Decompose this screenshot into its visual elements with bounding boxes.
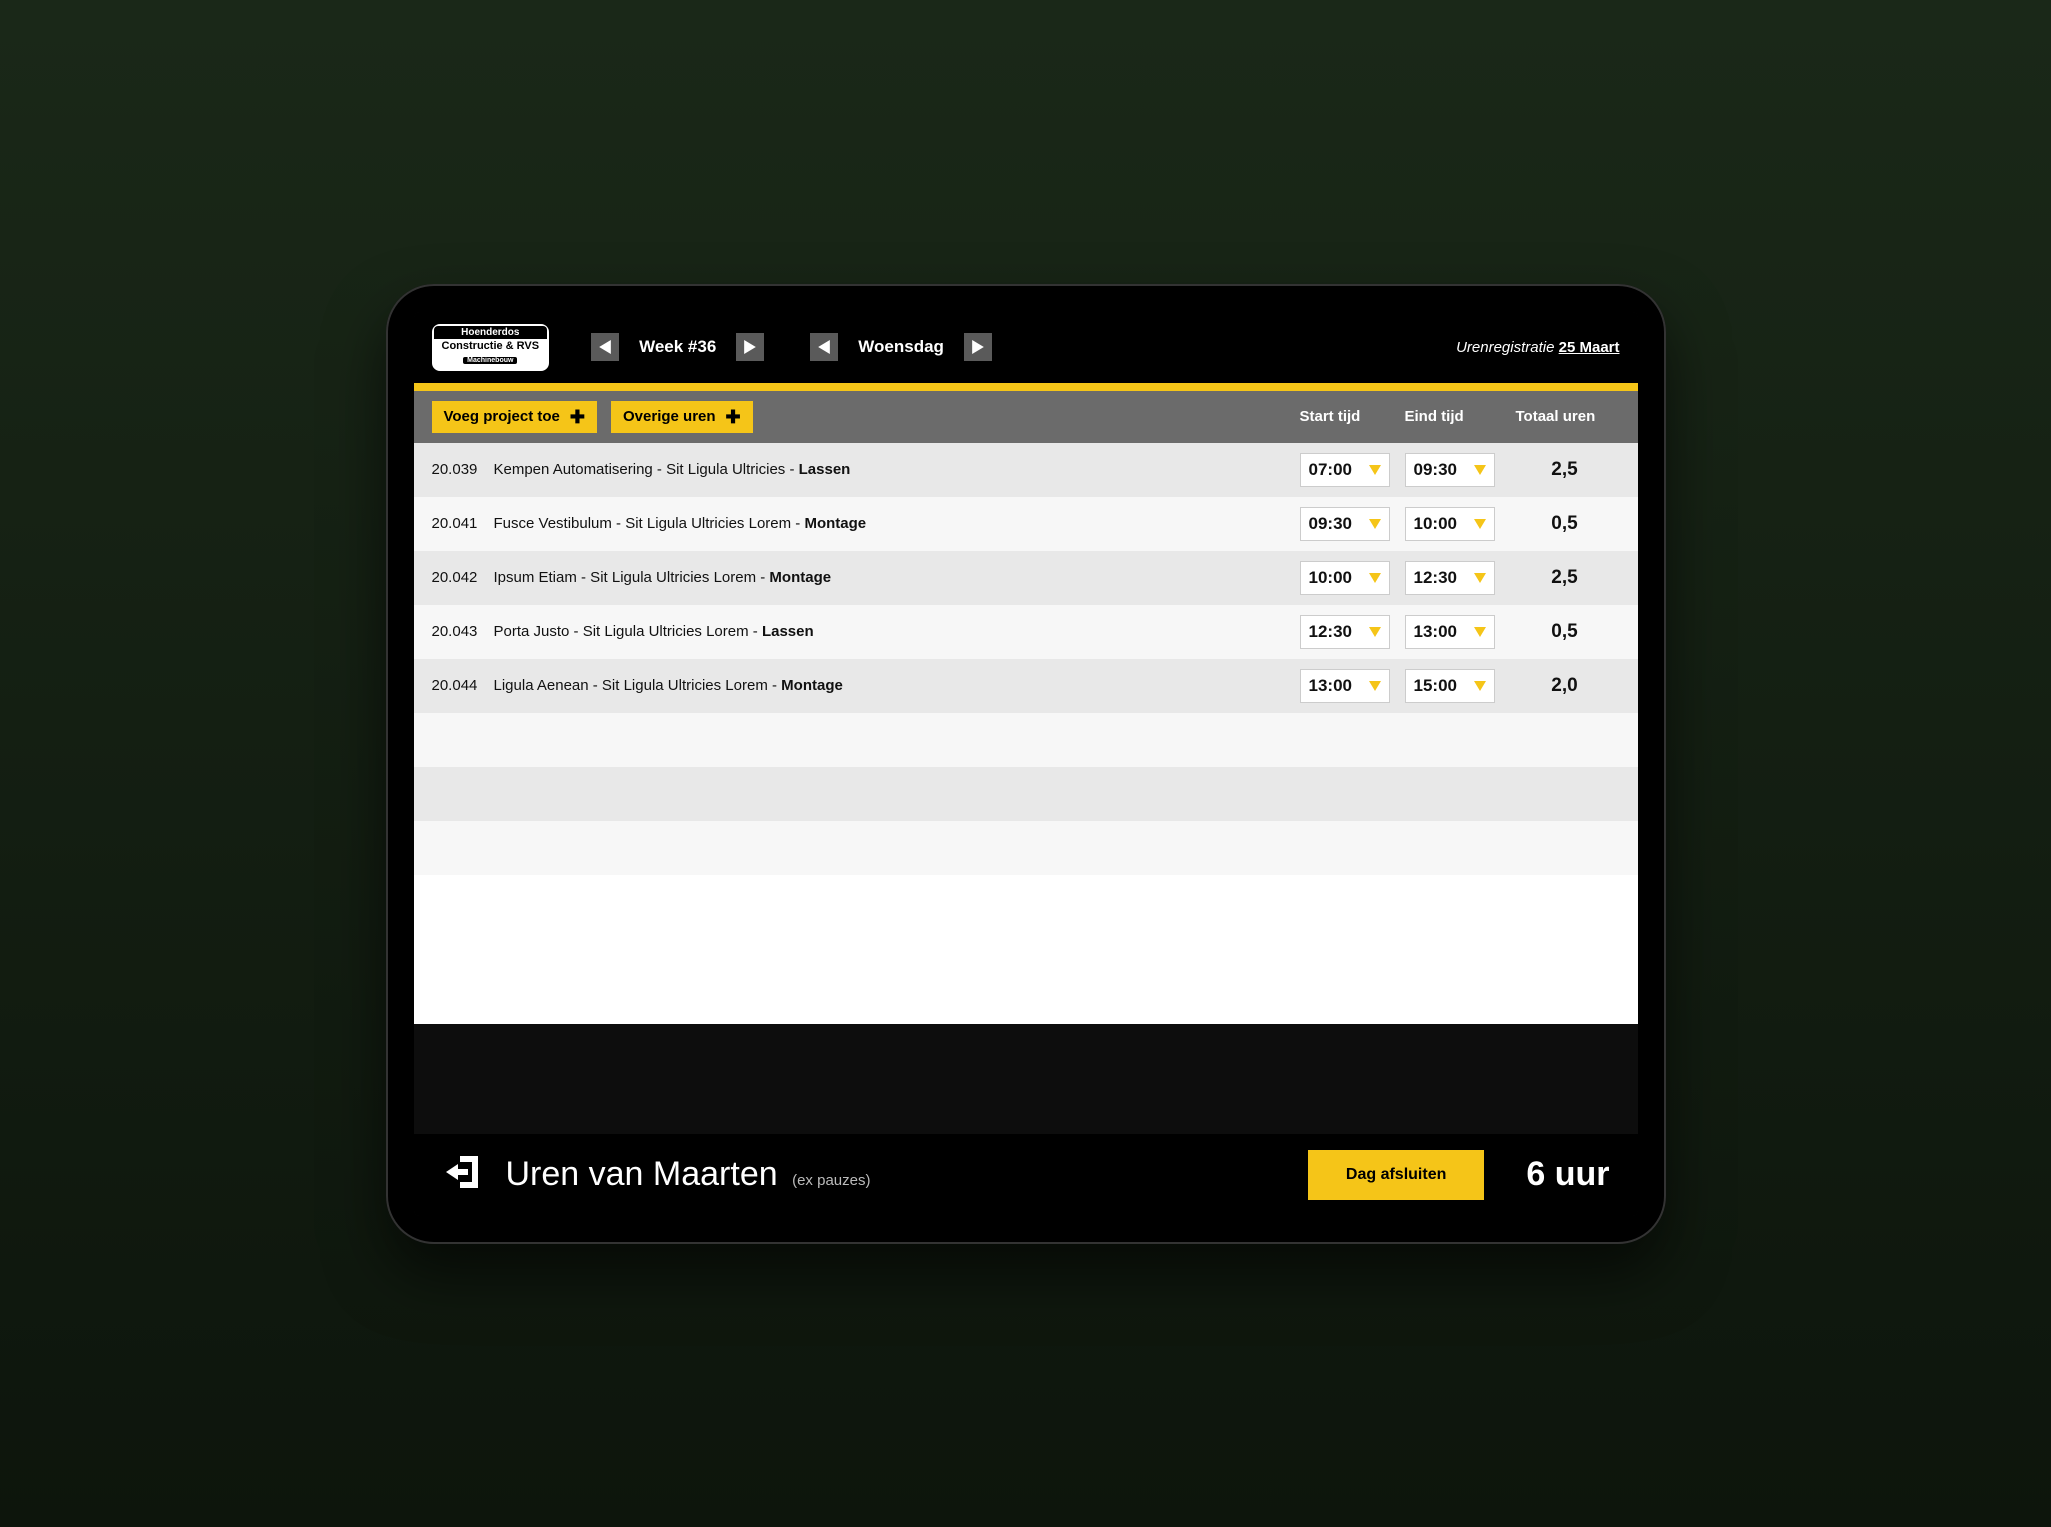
end-time-picker[interactable]: 10:00 — [1405, 507, 1495, 541]
caret-down-icon — [1474, 514, 1486, 534]
row-total-hours: 2,5 — [1510, 459, 1620, 481]
project-code: 20.042 — [432, 569, 494, 586]
col-end-header: Eind tijd — [1405, 408, 1510, 425]
project-code: 20.044 — [432, 677, 494, 694]
start-time-picker[interactable]: 07:00 — [1300, 453, 1390, 487]
plus-icon: ✚ — [570, 408, 585, 426]
row-total-hours: 2,0 — [1510, 675, 1620, 697]
week-label: Week #36 — [633, 337, 722, 357]
other-hours-button[interactable]: Overige uren ✚ — [611, 401, 753, 433]
column-headers: Start tijd Eind tijd Totaal uren — [1300, 408, 1620, 425]
project-description: Fusce Vestibulum - Sit Ligula Ultricies … — [494, 515, 1300, 532]
project-code: 20.039 — [432, 461, 494, 478]
start-time-picker[interactable]: 12:30 — [1300, 615, 1390, 649]
caret-down-icon — [1369, 676, 1381, 696]
week-prev-button[interactable] — [591, 333, 619, 361]
table-row: 20.043Porta Justo - Sit Ligula Ultricies… — [414, 605, 1638, 659]
caret-down-icon — [1369, 514, 1381, 534]
start-time-picker[interactable]: 13:00 — [1300, 669, 1390, 703]
week-next-button[interactable] — [736, 333, 764, 361]
accent-bar — [414, 383, 1638, 391]
add-project-button[interactable]: Voeg project toe ✚ — [432, 401, 598, 433]
row-total-hours: 0,5 — [1510, 621, 1620, 643]
close-day-button[interactable]: Dag afsluiten — [1308, 1150, 1484, 1200]
caret-right-icon — [744, 340, 756, 354]
toolbar: Voeg project toe ✚ Overige uren ✚ Start … — [414, 391, 1638, 443]
caret-down-icon — [1474, 622, 1486, 642]
empty-row — [414, 713, 1638, 767]
day-next-button[interactable] — [964, 333, 992, 361]
end-time-picker[interactable]: 13:00 — [1405, 615, 1495, 649]
table-row: 20.044Ligula Aenean - Sit Ligula Ultrici… — [414, 659, 1638, 713]
caret-down-icon — [1369, 460, 1381, 480]
start-time-picker[interactable]: 09:30 — [1300, 507, 1390, 541]
caret-left-icon — [599, 340, 611, 354]
caret-down-icon — [1474, 676, 1486, 696]
plus-icon: ✚ — [726, 408, 741, 426]
row-total-hours: 0,5 — [1510, 513, 1620, 535]
day-label: Woensdag — [852, 337, 950, 357]
row-total-hours: 2,5 — [1510, 567, 1620, 589]
footer-bar: Uren van Maarten (ex pauzes) Dag afsluit… — [414, 1134, 1638, 1216]
day-prev-button[interactable] — [810, 333, 838, 361]
time-entries-list: 20.039Kempen Automatisering - Sit Ligula… — [414, 443, 1638, 1024]
total-hours: 6 uur — [1508, 1155, 1609, 1194]
caret-right-icon — [972, 340, 984, 354]
end-time-picker[interactable]: 09:30 — [1405, 453, 1495, 487]
footer-spacer — [414, 1024, 1638, 1134]
table-row: 20.042Ipsum Etiam - Sit Ligula Ultricies… — [414, 551, 1638, 605]
empty-row — [414, 821, 1638, 875]
caret-left-icon — [818, 340, 830, 354]
col-start-header: Start tijd — [1300, 408, 1405, 425]
col-total-header: Totaal uren — [1510, 408, 1620, 425]
project-code: 20.041 — [432, 515, 494, 532]
end-time-picker[interactable]: 12:30 — [1405, 561, 1495, 595]
project-code: 20.043 — [432, 623, 494, 640]
company-logo: Hoenderdos Constructie & RVS Machinebouw — [432, 324, 550, 371]
footer-title: Uren van Maarten — [506, 1155, 778, 1193]
table-row: 20.039Kempen Automatisering - Sit Ligula… — [414, 443, 1638, 497]
end-time-picker[interactable]: 15:00 — [1405, 669, 1495, 703]
caret-down-icon — [1474, 460, 1486, 480]
caret-down-icon — [1369, 622, 1381, 642]
table-row: 20.041Fusce Vestibulum - Sit Ligula Ultr… — [414, 497, 1638, 551]
caret-down-icon — [1369, 568, 1381, 588]
header-bar: Hoenderdos Constructie & RVS Machinebouw… — [414, 312, 1638, 383]
project-description: Ipsum Etiam - Sit Ligula Ultricies Lorem… — [494, 569, 1300, 586]
empty-row — [414, 767, 1638, 821]
project-description: Kempen Automatisering - Sit Ligula Ultri… — [494, 461, 1300, 478]
project-description: Ligula Aenean - Sit Ligula Ultricies Lor… — [494, 677, 1300, 694]
footer-title-group: Uren van Maarten (ex pauzes) — [506, 1155, 871, 1194]
header-date: Urenregistratie 25 Maart — [1456, 339, 1619, 356]
project-description: Porta Justo - Sit Ligula Ultricies Lorem… — [494, 623, 1300, 640]
logout-icon — [442, 1152, 482, 1192]
footer-subtitle: (ex pauzes) — [792, 1172, 870, 1189]
logout-button[interactable] — [442, 1152, 482, 1197]
caret-down-icon — [1474, 568, 1486, 588]
start-time-picker[interactable]: 10:00 — [1300, 561, 1390, 595]
